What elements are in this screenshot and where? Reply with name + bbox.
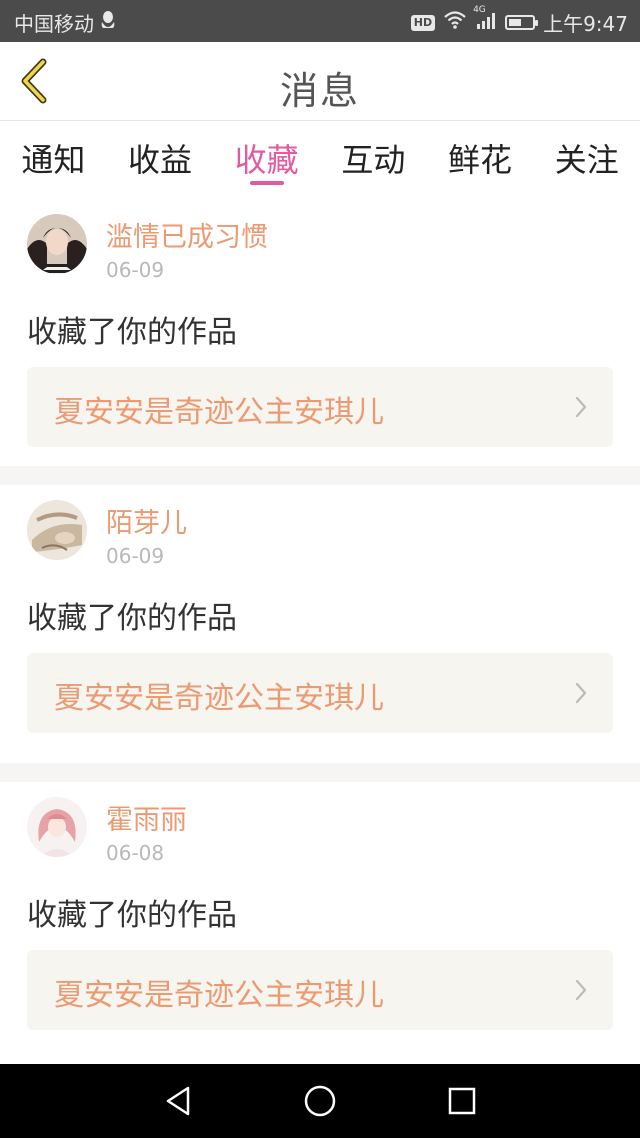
cellular-signal-icon: 4G <box>473 5 497 35</box>
list-item: 陌芽儿 06-09 收藏了你的作品 夏安安是奇迹公主安琪儿 <box>0 485 640 763</box>
battery-fill <box>509 19 522 26</box>
tab-label: 通知 <box>21 141 86 179</box>
tab-notifications[interactable]: 通知 <box>0 121 107 199</box>
status-left: 中国移动 <box>14 8 116 37</box>
tab-interactions[interactable]: 互动 <box>320 121 427 199</box>
chevron-right-icon <box>575 396 587 418</box>
action-text: 收藏了你的作品 <box>27 315 237 350</box>
tab-bar: 通知 收益 收藏 互动 鲜花 关注 <box>0 121 640 199</box>
wifi-icon <box>443 10 467 35</box>
active-tab-indicator <box>249 181 284 185</box>
recents-button[interactable] <box>445 1084 479 1118</box>
network-type-label: 4G <box>473 5 486 15</box>
work-link[interactable]: 夏安安是奇迹公主安琪儿 <box>27 367 613 447</box>
qq-notification-icon <box>100 10 116 35</box>
action-text: 收藏了你的作品 <box>27 898 237 933</box>
work-title: 夏安安是奇迹公主安琪儿 <box>54 395 384 430</box>
username[interactable]: 滥情已成习惯 <box>106 215 268 254</box>
hd-badge: HD <box>410 14 436 31</box>
avatar[interactable] <box>27 500 87 560</box>
work-title: 夏安安是奇迹公主安琪儿 <box>54 681 384 716</box>
work-link[interactable]: 夏安安是奇迹公主安琪儿 <box>27 950 613 1030</box>
tab-favorites[interactable]: 收藏 <box>213 121 320 199</box>
avatar[interactable] <box>27 797 87 857</box>
status-bar: 中国移动 HD 4G 上午9:47 <box>0 0 640 42</box>
home-circle-icon <box>304 1085 336 1117</box>
status-right: HD 4G 上午9:47 <box>410 5 628 37</box>
header: 消息 <box>0 42 640 121</box>
tab-label: 鲜花 <box>448 141 513 179</box>
tab-flowers[interactable]: 鲜花 <box>427 121 534 199</box>
tab-label: 关注 <box>554 141 619 179</box>
tab-earnings[interactable]: 收益 <box>107 121 214 199</box>
username[interactable]: 陌芽儿 <box>106 501 187 540</box>
list-item: 霍雨丽 06-08 收藏了你的作品 夏安安是奇迹公主安琪儿 <box>0 782 640 1062</box>
page-title: 消息 <box>279 69 360 113</box>
back-triangle-button[interactable] <box>162 1084 196 1118</box>
tab-follows[interactable]: 关注 <box>533 121 640 199</box>
chevron-right-icon <box>575 979 587 1001</box>
carrier-label: 中国移动 <box>14 12 94 36</box>
tab-label: 互动 <box>341 141 406 179</box>
timestamp: 06-09 <box>106 258 165 282</box>
tab-label: 收藏 <box>234 141 299 179</box>
timestamp: 06-08 <box>106 841 165 865</box>
message-list: 滥情已成习惯 06-09 收藏了你的作品 夏安安是奇迹公主安琪儿 陌芽儿 06-… <box>0 199 640 1062</box>
work-title: 夏安安是奇迹公主安琪儿 <box>54 978 384 1013</box>
chevron-right-icon <box>575 682 587 704</box>
timestamp: 06-09 <box>106 544 165 568</box>
action-text: 收藏了你的作品 <box>27 601 237 636</box>
avatar[interactable] <box>27 214 87 274</box>
divider <box>0 763 640 782</box>
back-triangle-icon <box>166 1086 190 1116</box>
system-navigation-bar <box>0 1064 640 1138</box>
battery-icon <box>505 15 539 30</box>
tab-label: 收益 <box>128 141 193 179</box>
recents-square-icon <box>448 1087 476 1115</box>
list-item: 滥情已成习惯 06-09 收藏了你的作品 夏安安是奇迹公主安琪儿 <box>0 199 640 466</box>
work-link[interactable]: 夏安安是奇迹公主安琪儿 <box>27 653 613 733</box>
divider <box>0 466 640 485</box>
home-button[interactable] <box>303 1084 337 1118</box>
clock-label: 上午9:47 <box>543 12 628 36</box>
username[interactable]: 霍雨丽 <box>106 798 187 837</box>
